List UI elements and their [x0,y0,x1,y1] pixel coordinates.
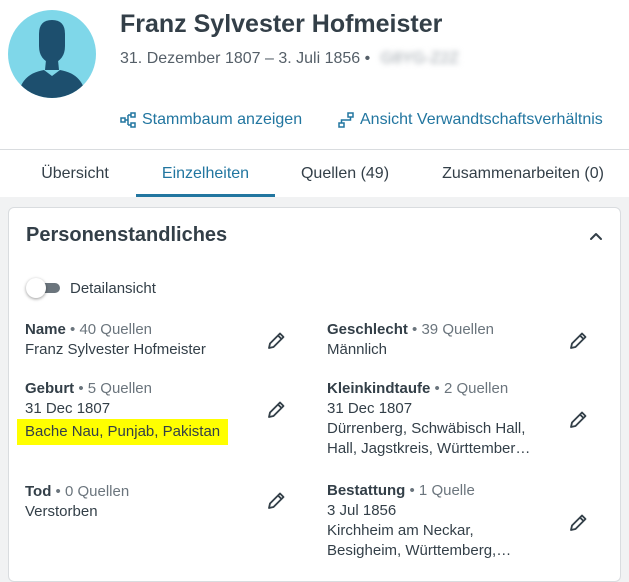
pencil-icon [570,411,587,428]
field-name-label: Name [25,321,66,338]
field-birth-place-highlighted: Bache Nau, Punjab, Pakistan [17,419,229,445]
person-silhouette-icon [18,20,86,98]
field-burial-place-line1: Kirchheim am Neckar, [327,522,474,539]
field-gender: Geschlecht • 39 Quellen Männlich [327,320,557,360]
field-burial-place-line2: Besigheim, Württemberg,… [327,542,512,559]
edit-death-button[interactable] [265,490,287,512]
pencil-icon [570,514,587,531]
tree-icon [120,112,136,128]
field-birth-sources[interactable]: • 5 Quellen [78,380,152,397]
pencil-icon [268,492,285,509]
view-tree-label: Stammbaum anzeigen [142,111,303,128]
field-gender-sources[interactable]: • 39 Quellen [412,321,494,338]
section-title: Personenstandliches [26,224,228,246]
pencil-icon [268,401,285,418]
edit-birth-button[interactable] [265,399,287,421]
person-header: Franz Sylvester Hofmeister 31. Dezember … [0,0,629,150]
person-name: Franz Sylvester Hofmeister [120,10,443,38]
chevron-up-icon [590,233,602,240]
field-birth-label: Geburt [25,380,75,397]
avatar[interactable] [8,10,96,98]
field-burial: Bestattung • 1 Quelle 3 Jul 1856 Kirchhe… [327,481,555,561]
detail-view-toggle-row: Detailansicht [26,278,156,298]
edit-gender-button[interactable] [567,330,589,352]
field-name-sources[interactable]: • 40 Quellen [70,321,152,338]
tab-details[interactable]: Einzelheiten [136,151,275,197]
field-christening-sources[interactable]: • 2 Quellen [435,380,509,397]
field-christening: Kleinkindtaufe • 2 Quellen 31 Dec 1807 D… [327,379,555,459]
field-death: Tod • 0 Quellen Verstorben [25,482,255,522]
tab-collaborations[interactable]: Zusammenarbeiten (0) [425,151,621,197]
tab-overview[interactable]: Übersicht [22,151,128,197]
field-birth-date: 31 Dec 1807 [25,400,111,417]
field-death-value: Verstorben [25,503,98,520]
person-dates: 31. Dezember 1807 – 3. Juli 1856 • G8YG-… [120,50,459,68]
field-burial-label: Bestattung [327,482,406,499]
field-christening-place-line1: Dürrenberg, Schwäbisch Hall, [327,420,526,437]
person-lifespan: 31. Dezember 1807 – 3. Juli 1856 • [120,50,371,67]
collapse-button[interactable] [586,226,606,246]
field-death-label: Tod [25,483,52,500]
view-tree-button[interactable]: Stammbaum anzeigen [120,111,302,129]
tab-bar: Übersicht Einzelheiten Quellen (49) Zusa… [0,151,629,197]
pencil-icon [570,332,587,349]
edit-christening-button[interactable] [567,409,589,431]
detail-view-label: Detailansicht [70,279,156,297]
tab-sources[interactable]: Quellen (49) [285,151,405,197]
edit-name-button[interactable] [265,330,287,352]
relationship-icon [338,112,354,128]
field-death-sources[interactable]: • 0 Quellen [56,483,130,500]
field-name-value: Franz Sylvester Hofmeister [25,341,206,358]
vital-info-card: Personenstandliches Detailansicht Name •… [8,207,621,582]
field-christening-place-line2: Hall, Jagstkreis, Württember… [327,440,531,457]
toggle-knob [26,278,46,298]
view-relationship-button[interactable]: Ansicht Verwandtschaftsverhältnis [338,111,603,129]
pencil-icon [268,332,285,349]
field-gender-label: Geschlecht [327,321,408,338]
edit-burial-button[interactable] [567,512,589,534]
field-christening-label: Kleinkindtaufe [327,380,431,397]
field-burial-date: 3 Jul 1856 [327,502,397,519]
field-burial-sources[interactable]: • 1 Quelle [410,482,475,499]
field-christening-date: 31 Dec 1807 [327,400,413,417]
detail-view-toggle[interactable] [26,278,62,298]
field-birth: Geburt • 5 Quellen 31 Dec 1807 Bache Nau… [17,379,260,445]
field-gender-value: Männlich [327,341,388,358]
field-name: Name • 40 Quellen Franz Sylvester Hofmei… [25,320,255,360]
person-id[interactable]: G8YG-Z2Z [381,50,459,68]
view-relationship-label: Ansicht Verwandtschaftsverhältnis [360,111,603,128]
